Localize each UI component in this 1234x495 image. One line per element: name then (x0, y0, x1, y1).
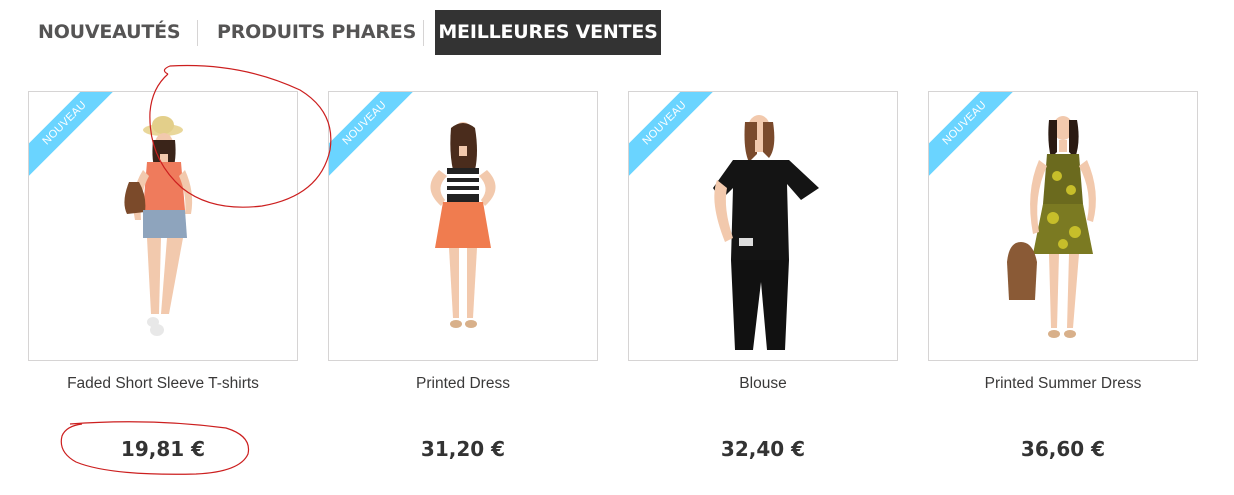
product-price: 36,60 € (1020, 437, 1106, 461)
tab-produits-phares[interactable]: PRODUITS PHARES (217, 10, 416, 55)
product-price: 31,20 € (420, 437, 506, 461)
product-name[interactable]: Faded Short Sleeve T-shirts (28, 375, 298, 393)
product-tabs: NOUVEAUTÉS PRODUITS PHARES MEILLEURES VE… (0, 0, 1234, 70)
tab-separator (423, 20, 424, 46)
product-name[interactable]: Printed Dress (328, 375, 598, 393)
product-card: NOUVEAU Printed Summer Dress 36,60 € (928, 91, 1198, 461)
product-image-link[interactable]: NOUVEAU (328, 91, 598, 361)
new-badge: NOUVEAU (329, 92, 417, 180)
product-name[interactable]: Blouse (628, 375, 898, 393)
product-name[interactable]: Printed Summer Dress (928, 375, 1198, 393)
tab-separator (197, 20, 198, 46)
product-image-link[interactable]: NOUVEAU (628, 91, 898, 361)
tab-meilleures-ventes[interactable]: MEILLEURES VENTES (435, 10, 661, 55)
product-card: NOUVEAU Blouse 32,40 € (628, 91, 898, 461)
product-price: 19,81 € (120, 437, 206, 461)
product-price: 32,40 € (720, 437, 806, 461)
new-badge: NOUVEAU (29, 92, 117, 180)
tab-nouveautes[interactable]: NOUVEAUTÉS (38, 10, 181, 55)
new-badge: NOUVEAU (929, 92, 1017, 180)
product-image-link[interactable]: NOUVEAU (28, 91, 298, 361)
product-card: NOUVEAU Faded Short Sleeve T-shirts 19,8… (28, 91, 298, 461)
product-card: NOUVEAU Printed Dress 31,20 € (328, 91, 598, 461)
new-badge: NOUVEAU (629, 92, 717, 180)
product-image-link[interactable]: NOUVEAU (928, 91, 1198, 361)
